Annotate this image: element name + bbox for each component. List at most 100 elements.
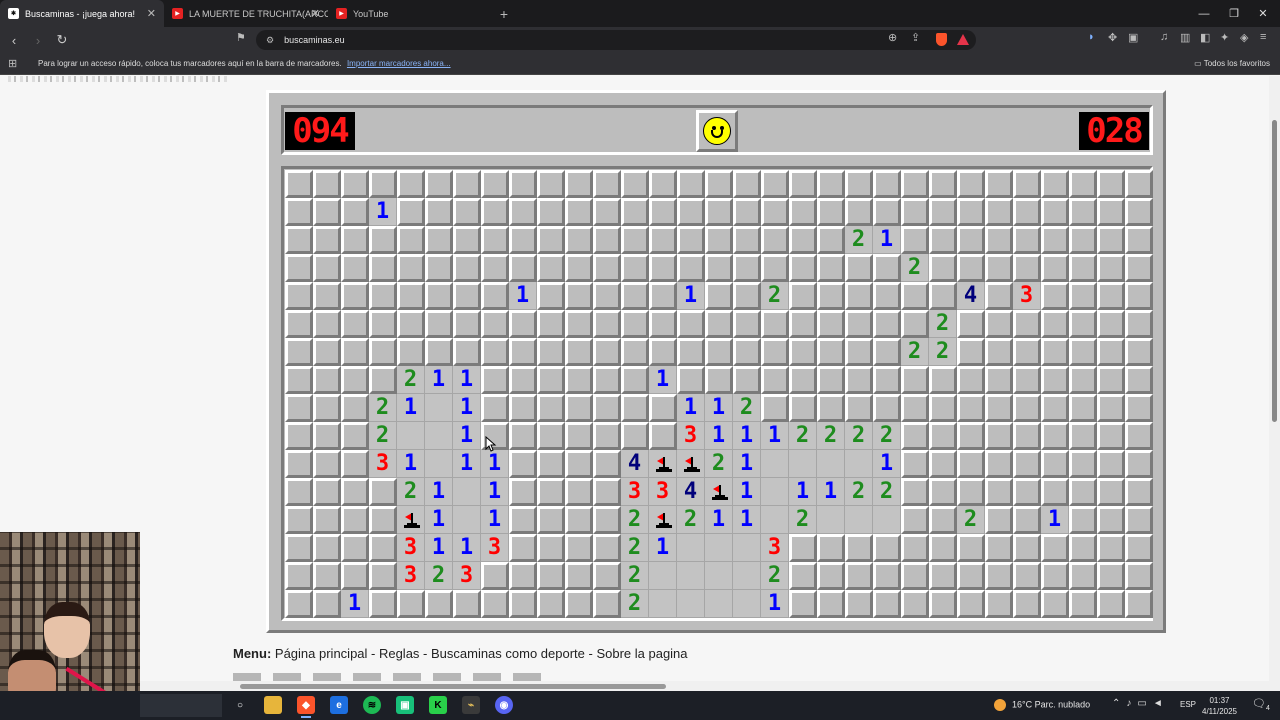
covered-cell[interactable]	[1041, 590, 1069, 618]
covered-cell[interactable]	[929, 254, 957, 282]
covered-cell[interactable]	[509, 534, 537, 562]
spotify-icon[interactable]: ≋	[363, 696, 381, 714]
covered-cell[interactable]	[1069, 254, 1097, 282]
number-cell[interactable]: 2	[845, 226, 873, 254]
covered-cell[interactable]	[985, 170, 1013, 198]
covered-cell[interactable]	[873, 170, 901, 198]
covered-cell[interactable]	[537, 170, 565, 198]
covered-cell[interactable]	[341, 478, 369, 506]
system-tray[interactable]: ⌃♪▭◄	[1112, 698, 1169, 709]
number-cell[interactable]: 2	[425, 562, 453, 590]
number-cell[interactable]: 2	[817, 422, 845, 450]
tab-youtube[interactable]: ▶ YouTube	[328, 0, 492, 27]
covered-cell[interactable]	[537, 450, 565, 478]
close-icon[interactable]: ✕	[311, 7, 320, 20]
covered-cell[interactable]	[1097, 366, 1125, 394]
covered-cell[interactable]	[873, 366, 901, 394]
number-cell[interactable]: 1	[761, 422, 789, 450]
covered-cell[interactable]	[845, 366, 873, 394]
covered-cell[interactable]	[677, 366, 705, 394]
covered-cell[interactable]	[901, 366, 929, 394]
apps-grid-icon[interactable]: ⊞	[8, 57, 17, 70]
covered-cell[interactable]	[929, 590, 957, 618]
covered-cell[interactable]	[873, 590, 901, 618]
covered-cell[interactable]	[1041, 226, 1069, 254]
number-cell[interactable]: 2	[929, 310, 957, 338]
covered-cell[interactable]	[397, 226, 425, 254]
covered-cell[interactable]	[313, 478, 341, 506]
number-cell[interactable]: 2	[369, 394, 397, 422]
number-cell[interactable]: 1	[677, 282, 705, 310]
streamlabs-icon[interactable]: ▣	[396, 696, 414, 714]
covered-cell[interactable]	[677, 226, 705, 254]
covered-cell[interactable]	[705, 254, 733, 282]
covered-cell[interactable]	[593, 282, 621, 310]
empty-cell[interactable]	[649, 562, 677, 590]
covered-cell[interactable]	[985, 366, 1013, 394]
covered-cell[interactable]	[453, 226, 481, 254]
covered-cell[interactable]	[621, 282, 649, 310]
covered-cell[interactable]	[929, 422, 957, 450]
covered-cell[interactable]	[789, 534, 817, 562]
covered-cell[interactable]	[341, 338, 369, 366]
covered-cell[interactable]	[705, 366, 733, 394]
covered-cell[interactable]	[901, 534, 929, 562]
number-cell[interactable]: 3	[397, 534, 425, 562]
covered-cell[interactable]	[1125, 506, 1153, 534]
covered-cell[interactable]	[649, 394, 677, 422]
number-cell[interactable]: 1	[397, 394, 425, 422]
covered-cell[interactable]	[957, 170, 985, 198]
covered-cell[interactable]	[1069, 478, 1097, 506]
covered-cell[interactable]	[593, 478, 621, 506]
covered-cell[interactable]	[677, 338, 705, 366]
covered-cell[interactable]	[593, 562, 621, 590]
empty-cell[interactable]	[789, 450, 817, 478]
covered-cell[interactable]	[537, 366, 565, 394]
covered-cell[interactable]	[845, 254, 873, 282]
covered-cell[interactable]	[1013, 562, 1041, 590]
number-cell[interactable]: 1	[453, 534, 481, 562]
covered-cell[interactable]	[313, 338, 341, 366]
covered-cell[interactable]	[565, 198, 593, 226]
covered-cell[interactable]	[957, 198, 985, 226]
covered-cell[interactable]	[537, 422, 565, 450]
covered-cell[interactable]	[537, 478, 565, 506]
covered-cell[interactable]	[705, 338, 733, 366]
covered-cell[interactable]	[817, 254, 845, 282]
covered-cell[interactable]	[285, 310, 313, 338]
covered-cell[interactable]	[929, 506, 957, 534]
covered-cell[interactable]	[985, 226, 1013, 254]
covered-cell[interactable]	[285, 226, 313, 254]
empty-cell[interactable]	[649, 590, 677, 618]
number-cell[interactable]: 2	[845, 422, 873, 450]
covered-cell[interactable]	[1125, 170, 1153, 198]
covered-cell[interactable]	[509, 310, 537, 338]
covered-cell[interactable]	[285, 282, 313, 310]
number-cell[interactable]: 3	[453, 562, 481, 590]
covered-cell[interactable]	[509, 450, 537, 478]
covered-cell[interactable]	[1013, 170, 1041, 198]
covered-cell[interactable]	[621, 394, 649, 422]
covered-cell[interactable]	[845, 310, 873, 338]
covered-cell[interactable]	[425, 338, 453, 366]
covered-cell[interactable]	[1097, 394, 1125, 422]
covered-cell[interactable]	[649, 198, 677, 226]
covered-cell[interactable]	[817, 282, 845, 310]
covered-cell[interactable]	[621, 254, 649, 282]
covered-cell[interactable]	[733, 254, 761, 282]
covered-cell[interactable]	[957, 534, 985, 562]
number-cell[interactable]: 1	[453, 366, 481, 394]
empty-cell[interactable]	[873, 506, 901, 534]
number-cell[interactable]: 3	[397, 562, 425, 590]
empty-cell[interactable]	[761, 506, 789, 534]
covered-cell[interactable]	[537, 254, 565, 282]
covered-cell[interactable]	[509, 506, 537, 534]
covered-cell[interactable]	[1013, 422, 1041, 450]
covered-cell[interactable]	[509, 422, 537, 450]
covered-cell[interactable]	[733, 338, 761, 366]
empty-cell[interactable]	[845, 506, 873, 534]
covered-cell[interactable]	[985, 422, 1013, 450]
covered-cell[interactable]	[845, 534, 873, 562]
vpn-icon[interactable]: ◈	[1240, 31, 1248, 44]
covered-cell[interactable]	[1041, 338, 1069, 366]
